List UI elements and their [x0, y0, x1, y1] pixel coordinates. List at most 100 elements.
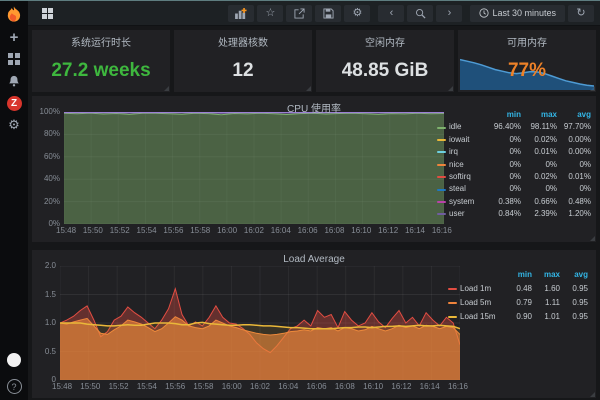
legend-min: 0.79 [504, 296, 532, 310]
legend-series-name[interactable]: system [449, 196, 485, 208]
create-plus-icon[interactable]: + [6, 29, 22, 45]
x-tick-label: 15:48 [56, 226, 76, 235]
legend-series-name[interactable]: iowait [449, 134, 485, 146]
legend-series-name[interactable]: idle [449, 121, 485, 133]
time-range-label: Last 30 minutes [492, 9, 556, 18]
stat-title-cpu-cores[interactable]: 处理器核数 [174, 30, 312, 49]
legend-avg: 97.70% [557, 121, 591, 133]
cpu-legend: minmaxavgidle96.40%98.11%97.70%iowait0%0… [437, 109, 591, 221]
star-icon[interactable]: ☆ [257, 5, 283, 22]
legend-max: 0% [521, 159, 557, 171]
dashboard-picker-icon[interactable] [34, 5, 60, 22]
legend-avg: 0.01% [557, 171, 591, 183]
load-average-panel: Load Average 2.01.51.00.50 15:4815:5015:… [32, 250, 596, 398]
time-back-chevron-left-icon[interactable]: ‹ [378, 5, 404, 22]
stat-title-available-memory[interactable]: 可用内存 [458, 30, 596, 49]
add-panel-icon[interactable] [228, 5, 254, 22]
legend-max: 2.39% [521, 208, 557, 220]
x-tick-label: 15:54 [137, 382, 157, 391]
stat-value-cpu-cores: 12 [174, 60, 312, 82]
alerting-bell-icon[interactable] [6, 73, 22, 89]
x-tick-label: 15:50 [83, 226, 103, 235]
x-tick-label: 15:56 [163, 226, 183, 235]
y-tick-label: 1.0 [45, 318, 56, 327]
legend-series-name[interactable]: Load 5m [460, 296, 504, 310]
legend-series-name[interactable]: steal [449, 183, 485, 195]
legend-max: 0.01% [521, 146, 557, 158]
configuration-gear-icon[interactable]: ⚙ [6, 117, 22, 133]
x-tick-label: 16:14 [420, 382, 440, 391]
legend-series-name[interactable]: user [449, 208, 485, 220]
zabbix-app-icon[interactable]: Z [6, 95, 22, 111]
x-tick-label: 15:54 [137, 226, 157, 235]
user-avatar[interactable] [7, 353, 21, 367]
help-icon[interactable]: ? [7, 379, 22, 394]
grafana-logo-icon[interactable] [5, 5, 23, 23]
legend-series-name[interactable]: softirq [449, 171, 485, 183]
legend-swatch [437, 127, 446, 129]
x-tick-label: 15:52 [110, 226, 130, 235]
stat-value-uptime: 27.2 weeks [32, 60, 170, 82]
legend-header: min [504, 268, 532, 282]
x-tick-label: 16:16 [448, 382, 468, 391]
dashboards-grid-icon[interactable] [6, 51, 22, 67]
x-tick-label: 15:56 [165, 382, 185, 391]
x-tick-label: 16:10 [351, 226, 371, 235]
legend-min: 0.48 [504, 282, 532, 296]
x-tick-label: 15:58 [190, 226, 210, 235]
zabbix-badge: Z [7, 96, 22, 111]
cpu-panel-title[interactable]: CPU 使用率 [32, 96, 596, 115]
x-tick-label: 16:04 [278, 382, 298, 391]
stat-title-uptime[interactable]: 系统运行时长 [32, 30, 170, 49]
legend-max: 0.02% [521, 171, 557, 183]
legend-max: 98.11% [521, 121, 557, 133]
x-tick-label: 15:52 [109, 382, 129, 391]
topbar: ☆ ⚙ ‹ › Last 30 minutes ↻ [28, 1, 600, 26]
legend-min: 0% [485, 183, 521, 195]
legend-avg: 0.95 [560, 310, 588, 324]
time-forward-chevron-right-icon[interactable]: › [436, 5, 462, 22]
y-tick-label: 0.5 [45, 347, 56, 356]
legend-max: 0.66% [521, 196, 557, 208]
share-icon[interactable] [286, 5, 312, 22]
legend-swatch [437, 213, 446, 215]
load-legend: minmaxavgLoad 1m0.481.600.95Load 5m0.791… [448, 268, 588, 324]
sidebar: + Z ⚙ ? [0, 0, 28, 400]
legend-series-name[interactable]: irq [449, 146, 485, 158]
legend-swatch [437, 189, 446, 191]
cpu-plot-area[interactable] [64, 112, 444, 224]
topbar-actions: ☆ ⚙ ‹ › Last 30 minutes ↻ [225, 5, 594, 22]
cpu-usage-panel: CPU 使用率 100%80%60%40%20%0% 15:4815:5015:… [32, 96, 596, 242]
legend-max: 1.11 [532, 296, 560, 310]
y-tick-label: 60% [44, 152, 60, 161]
legend-avg: 0% [557, 183, 591, 195]
legend-swatch [437, 164, 446, 166]
time-range-picker[interactable]: Last 30 minutes [470, 5, 565, 22]
refresh-icon[interactable]: ↻ [568, 5, 594, 22]
x-tick-label: 16:00 [217, 226, 237, 235]
clock-icon [479, 8, 489, 18]
x-tick-label: 16:08 [324, 226, 344, 235]
legend-avg: 0.95 [560, 282, 588, 296]
zoom-out-icon[interactable] [407, 5, 433, 22]
legend-min: 0% [485, 134, 521, 146]
legend-header: avg [560, 268, 588, 282]
legend-swatch [448, 316, 457, 318]
load-panel-title[interactable]: Load Average [32, 250, 596, 265]
legend-series-name[interactable]: Load 15m [460, 310, 504, 324]
y-tick-label: 80% [44, 129, 60, 138]
x-tick-label: 16:10 [363, 382, 383, 391]
load-plot-area[interactable] [60, 266, 460, 380]
y-tick-label: 1.5 [45, 290, 56, 299]
legend-min: 0% [485, 171, 521, 183]
x-tick-label: 16:02 [244, 226, 264, 235]
save-icon[interactable] [315, 5, 341, 22]
x-tick-label: 16:04 [271, 226, 291, 235]
legend-series-name[interactable]: nice [449, 159, 485, 171]
x-tick-label: 15:50 [80, 382, 100, 391]
legend-max: 1.01 [532, 310, 560, 324]
legend-series-name[interactable]: Load 1m [460, 282, 504, 296]
stat-value-free-memory: 48.85 GiB [316, 60, 454, 82]
settings-gear-icon[interactable]: ⚙ [344, 5, 370, 22]
stat-title-free-memory[interactable]: 空闲内存 [316, 30, 454, 49]
